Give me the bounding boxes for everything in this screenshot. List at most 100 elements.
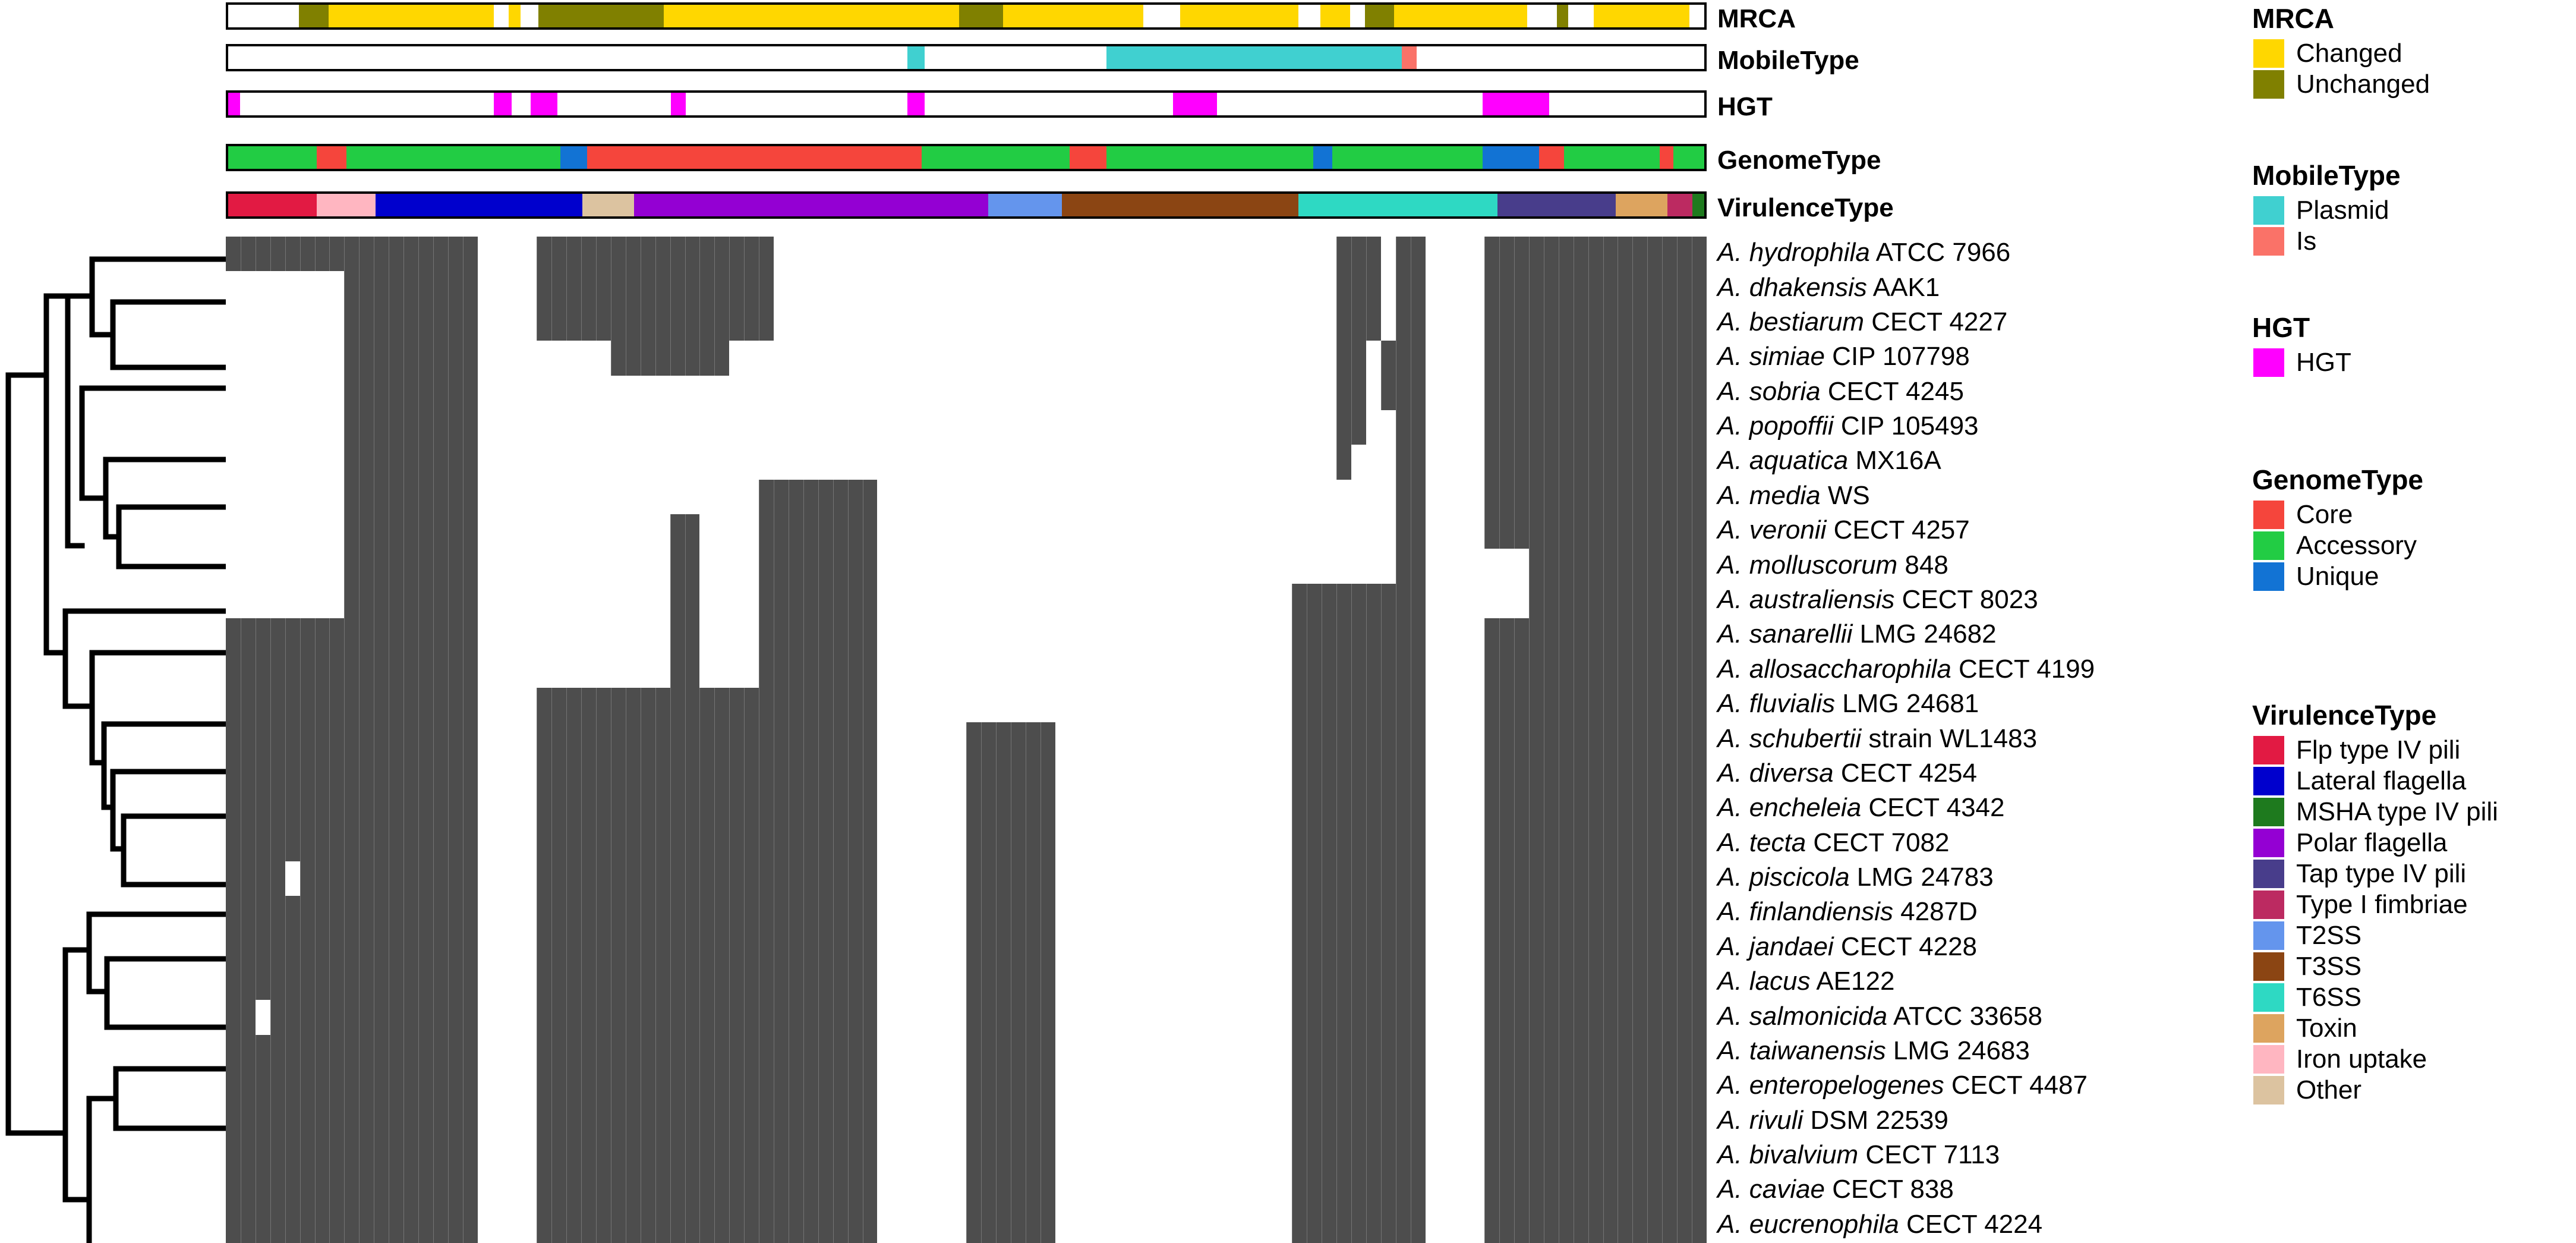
- heatmap-cell-present: [966, 792, 1055, 827]
- legend-item[interactable]: T2SS: [2253, 920, 2576, 951]
- species-label: A. enteropelogenes CECT 4487: [1717, 1072, 2088, 1099]
- legend-item[interactable]: Flp type IV pili: [2253, 735, 2576, 766]
- annotation-track-mobiletype: [228, 46, 1704, 69]
- strain-designation: CECT 4257: [1826, 515, 1970, 545]
- heatmap-cell-present: [344, 445, 478, 480]
- legend-color-swatch: [2253, 890, 2284, 919]
- legend-item[interactable]: Type I fimbriae: [2253, 889, 2576, 920]
- annotation-segment-mrca: [1593, 5, 1690, 27]
- heatmap-row: [226, 1208, 1707, 1243]
- species-label: A. simiae CIP 107798: [1717, 344, 1970, 370]
- annotation-bar-virulencetype: [226, 191, 1707, 219]
- legend-item[interactable]: Polar flagella: [2253, 827, 2576, 858]
- heatmap-row: [226, 722, 1707, 757]
- legend-item[interactable]: Unique: [2253, 561, 2576, 592]
- species-binomial: A. media: [1717, 480, 1821, 510]
- legend-block-mobiletype: MobileType Plasmid Is: [2252, 162, 2576, 257]
- species-label: A. aquatica MX16A: [1717, 448, 1941, 474]
- heatmap-cell-present: [759, 479, 878, 514]
- species-binomial: A. aquatica: [1717, 446, 1849, 476]
- strain-designation: CECT 838: [1824, 1175, 1954, 1204]
- heatmap-cell-present: [966, 826, 1055, 861]
- legend-item[interactable]: Core: [2253, 499, 2576, 530]
- annotation-segment-mrca: [1350, 5, 1365, 27]
- legend-item[interactable]: Other: [2253, 1075, 2576, 1106]
- heatmap-cell-present: [1292, 687, 1426, 723]
- annotation-segment-genometype: [560, 146, 587, 169]
- heatmap-cell-present: [1484, 861, 1707, 896]
- legend-item[interactable]: Unchanged: [2253, 69, 2576, 100]
- annotation-segment-genometype: [1673, 146, 1704, 169]
- heatmap-cell-present: [1395, 237, 1426, 272]
- legend-item[interactable]: HGT: [2253, 347, 2576, 378]
- legend-title-virulencetype: VirulenceType: [2252, 700, 2437, 731]
- legend-item[interactable]: Accessory: [2253, 530, 2576, 561]
- species-binomial: A. schubertii: [1717, 723, 1862, 753]
- annotation-segment-mrca: [1364, 5, 1395, 27]
- heatmap-cell-present: [1292, 1104, 1426, 1139]
- legend-item-label: T3SS: [2296, 952, 2362, 981]
- species-label: A. fluvialis LMG 24681: [1717, 691, 1979, 717]
- heatmap-cell-present: [1395, 410, 1426, 445]
- heatmap-row: [226, 1000, 1707, 1035]
- heatmap-cell-present: [1484, 965, 1707, 1000]
- heatmap-cell-present: [537, 1104, 878, 1139]
- legend-item-label: Core: [2296, 500, 2353, 529]
- annotation-segment-genometype: [922, 146, 1070, 169]
- heatmap-row: [226, 687, 1707, 723]
- species-binomial: A. encheleia: [1717, 793, 1862, 823]
- heatmap-cell-present: [537, 687, 878, 723]
- heatmap-cell-present: [226, 965, 478, 1000]
- strain-designation: DSM 22539: [1803, 1105, 1948, 1135]
- annotation-segment-genometype: [1332, 146, 1483, 169]
- legend-item[interactable]: Lateral flagella: [2253, 766, 2576, 797]
- heatmap-row: [226, 306, 1707, 341]
- annotation-segment-genometype: [587, 146, 922, 169]
- legend-panel: MRCA Changed Unchanged MobileType Plasmid Is H…: [2252, 0, 2576, 1243]
- legend-item[interactable]: Iron uptake: [2253, 1044, 2576, 1075]
- legend-item-label: Polar flagella: [2296, 828, 2448, 857]
- heatmap-cell-present: [1484, 271, 1707, 306]
- annotation-label-genometype: GenomeType: [1717, 146, 1881, 175]
- heatmap-cell-present: [1336, 375, 1366, 410]
- annotation-track-hgt: [228, 93, 1704, 115]
- species-label: A. eucrenophila CECT 4224: [1717, 1211, 2042, 1238]
- heatmap-cell-present: [537, 306, 774, 341]
- heatmap-cell-present: [537, 930, 878, 965]
- strain-designation: CECT 4342: [1861, 793, 2005, 823]
- legend-item-label: Tap type IV pili: [2296, 859, 2467, 888]
- strain-designation: ATCC 33658: [1887, 1001, 2043, 1031]
- legend-item[interactable]: MSHA type IV pili: [2253, 797, 2576, 827]
- species-binomial: A. popoffii: [1717, 411, 1834, 441]
- legend-item[interactable]: Toxin: [2253, 1013, 2576, 1044]
- legend-item[interactable]: Changed: [2253, 38, 2576, 69]
- annotation-segment-mobiletype: [1401, 46, 1417, 69]
- annotation-segment-virulencetype: [1615, 194, 1667, 216]
- species-binomial: A. dhakensis: [1717, 272, 1867, 302]
- species-label: A. rivuli DSM 22539: [1717, 1107, 1948, 1134]
- heatmap-cell-present: [966, 1138, 1055, 1174]
- annotation-segment-genometype: [1483, 146, 1539, 169]
- species-label: A. salmonicida ATCC 33658: [1717, 1003, 2042, 1030]
- heatmap-cell-present: [1484, 1138, 1707, 1174]
- legend-color-swatch: [2253, 952, 2284, 981]
- heatmap-cell-present: [1484, 792, 1707, 827]
- heatmap-row: [226, 271, 1707, 306]
- heatmap-cell-present: [670, 618, 700, 653]
- heatmap-cell-present: [1380, 341, 1426, 376]
- legend-item[interactable]: T6SS: [2253, 982, 2576, 1013]
- legend-item[interactable]: Tap type IV pili: [2253, 858, 2576, 889]
- legend-item-label: Accessory: [2296, 531, 2417, 560]
- heatmap-cell-present: [226, 896, 478, 931]
- strain-designation: AE122: [1810, 967, 1895, 996]
- heatmap-row: [226, 896, 1707, 931]
- heatmap-cell-present: [1380, 375, 1426, 410]
- legend-item[interactable]: Plasmid: [2253, 195, 2576, 226]
- annotation-bar-hgt: [226, 90, 1707, 118]
- legend-item[interactable]: T3SS: [2253, 951, 2576, 982]
- annotation-bar-mobiletype: [226, 44, 1707, 71]
- legend-color-swatch: [2253, 1076, 2284, 1104]
- strain-designation: MX16A: [1848, 446, 1941, 476]
- legend-item[interactable]: Is: [2253, 226, 2576, 257]
- annotation-segment-mrca: [228, 5, 299, 27]
